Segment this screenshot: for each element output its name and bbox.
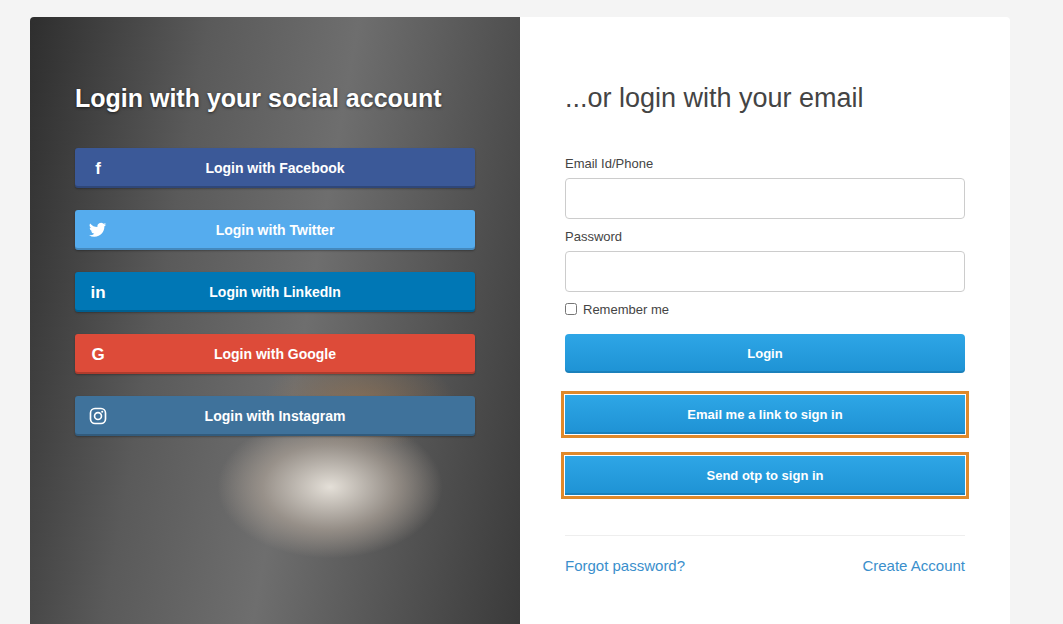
social-icon-cell [87, 405, 109, 427]
spacer [441, 157, 463, 179]
social-icon-cell: G [87, 343, 109, 365]
email-panel: ...or login with your email Email Id/Phon… [520, 17, 1010, 624]
footer-link[interactable]: Create Account [862, 557, 965, 574]
social-login-button[interactable]: f Login with Facebook [75, 148, 475, 188]
action-button[interactable]: Email me a link to sign in [565, 395, 965, 434]
social-button-label: Login with Facebook [109, 160, 441, 176]
social-login-button[interactable]: Login with Twitter [75, 210, 475, 250]
social-login-button[interactable]: inLogin with LinkedIn [75, 272, 475, 312]
bird-icon [89, 221, 107, 239]
login-page: Login with your social account f Login wit… [0, 0, 1063, 624]
form-field: Password [565, 228, 965, 292]
field-label: Password [565, 228, 965, 246]
form-field: Email Id/Phone [565, 155, 965, 219]
footer-links: Forgot password? Create Account [565, 535, 965, 574]
spacer [441, 219, 463, 241]
footer-link[interactable]: Forgot password? [565, 557, 685, 574]
remember-checkbox[interactable] [565, 303, 577, 315]
email-title: ...or login with your email [565, 83, 965, 113]
social-icon-cell: f [87, 157, 109, 179]
brand-glyph-icon: in [90, 284, 105, 301]
social-button-label: Login with Twitter [109, 222, 441, 238]
social-buttons: f Login with Facebook Login with Twitter in… [75, 148, 475, 436]
action-buttons: Login Email me a link to sign in Send otp … [565, 334, 965, 495]
social-panel: Login with your social account f Login wit… [30, 17, 520, 624]
social-title: Login with your social account [75, 83, 475, 113]
action-button[interactable]: Login [565, 334, 965, 373]
remember-label: Remember me [583, 302, 669, 317]
field-label: Email Id/Phone [565, 155, 965, 173]
social-button-label: Login with Instagram [109, 408, 441, 424]
brand-glyph-icon: f [95, 160, 101, 177]
remember-row[interactable]: Remember me [565, 301, 965, 317]
social-login-button[interactable]: G Login with Google [75, 334, 475, 374]
social-button-label: Login with LinkedIn [109, 284, 441, 300]
social-icon-cell [87, 219, 109, 241]
spacer [441, 405, 463, 427]
text-input[interactable] [565, 178, 965, 219]
camera-icon [89, 407, 107, 425]
brand-glyph-icon: G [91, 346, 104, 363]
social-icon-cell: in [87, 281, 109, 303]
text-input[interactable] [565, 251, 965, 292]
spacer [441, 343, 463, 365]
social-button-label: Login with Google [109, 346, 441, 362]
login-card: Login with your social account f Login wit… [30, 17, 1010, 624]
spacer [441, 281, 463, 303]
social-login-button[interactable]: Login with Instagram [75, 396, 475, 436]
action-button[interactable]: Send otp to sign in [565, 456, 965, 495]
